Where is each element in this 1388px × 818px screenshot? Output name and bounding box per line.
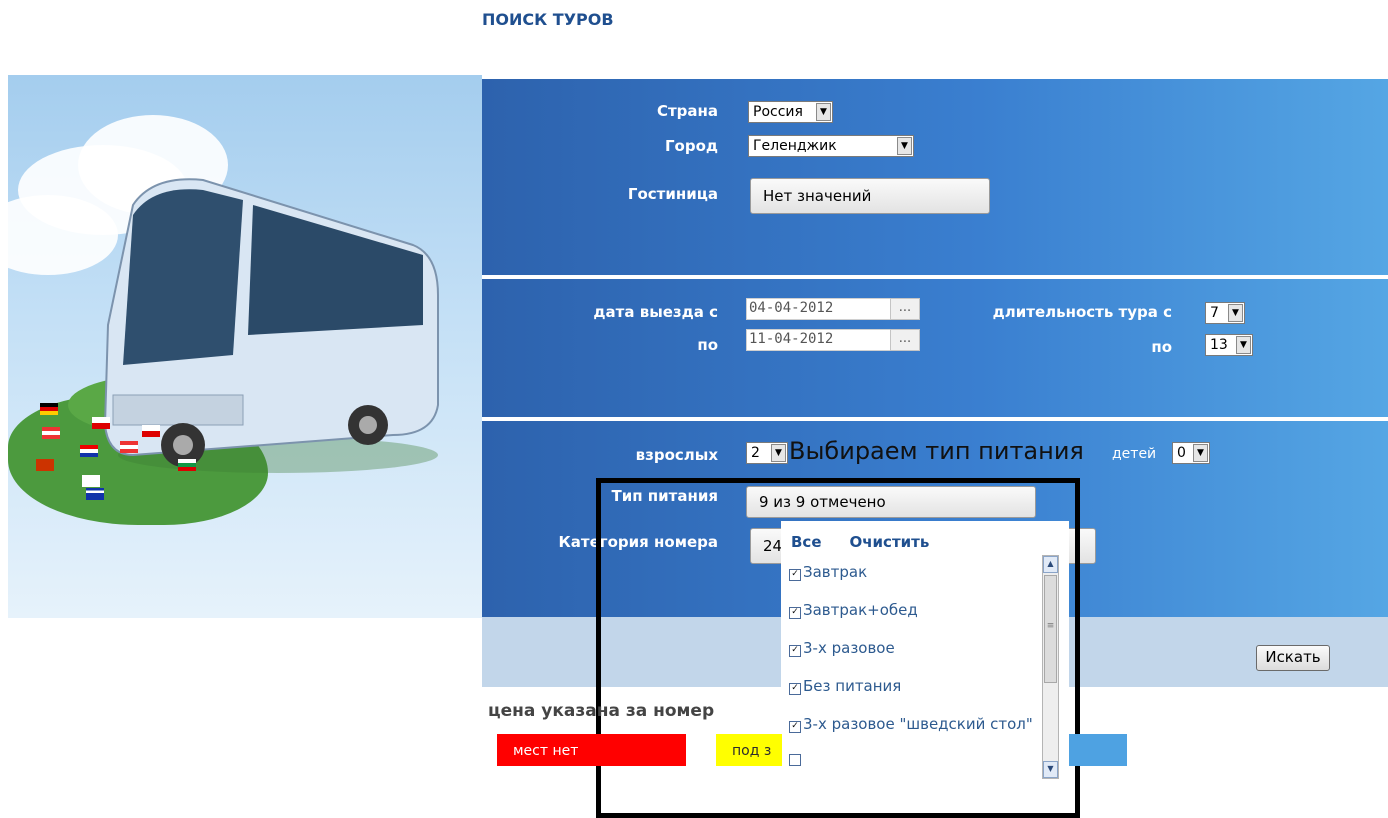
duration-from-label: длительность тура с bbox=[992, 303, 1172, 321]
adults-value: 2 bbox=[751, 445, 760, 461]
children-select[interactable]: 0 ▼ bbox=[1172, 442, 1210, 464]
date-to-field[interactable]: 11-04-2012 bbox=[746, 329, 894, 351]
city-select[interactable]: Геленджик ▼ bbox=[748, 135, 914, 157]
bus-illustration bbox=[8, 75, 482, 618]
date-from-picker-button[interactable]: ... bbox=[890, 298, 920, 320]
children-value: 0 bbox=[1177, 445, 1186, 461]
chevron-down-icon: ▼ bbox=[1193, 444, 1208, 462]
duration-to-select[interactable]: 13 ▼ bbox=[1205, 334, 1253, 356]
hotel-label: Гостиница bbox=[627, 185, 718, 203]
date-to-label: по bbox=[697, 336, 718, 354]
city-label: Город bbox=[664, 137, 718, 155]
duration-to-value: 13 bbox=[1210, 337, 1228, 353]
chevron-down-icon: ▼ bbox=[816, 103, 831, 121]
legend-no-places: мест нет bbox=[497, 734, 686, 766]
children-label: детей bbox=[1112, 446, 1157, 462]
date-to-picker-button[interactable]: ... bbox=[890, 329, 920, 351]
adults-label: взрослых bbox=[635, 446, 718, 464]
legend-available bbox=[1069, 734, 1127, 766]
chevron-down-icon: ▼ bbox=[1228, 304, 1243, 322]
hotel-select[interactable]: Нет значений bbox=[750, 178, 990, 214]
legend-on-request: под з bbox=[716, 734, 782, 766]
date-from-label: дата выезда с bbox=[593, 303, 718, 321]
country-select[interactable]: Россия ▼ bbox=[748, 101, 833, 123]
duration-to-label: по bbox=[1151, 338, 1172, 356]
duration-from-select[interactable]: 7 ▼ bbox=[1205, 302, 1245, 324]
chevron-down-icon: ▼ bbox=[897, 137, 912, 155]
adults-select[interactable]: 2 ▼ bbox=[746, 442, 788, 464]
country-label: Страна bbox=[656, 102, 718, 120]
search-button[interactable]: Искать bbox=[1256, 645, 1330, 671]
city-value: Геленджик bbox=[753, 138, 837, 154]
country-value: Россия bbox=[753, 104, 803, 120]
date-from-field[interactable]: 04-04-2012 bbox=[746, 298, 894, 320]
chevron-down-icon: ▼ bbox=[771, 444, 786, 462]
page-title: ПОИСК ТУРОВ bbox=[482, 10, 614, 29]
price-note: цена указана за номер bbox=[488, 701, 715, 721]
annotation-highlight-box bbox=[596, 478, 1080, 818]
chevron-down-icon: ▼ bbox=[1236, 336, 1251, 354]
duration-from-value: 7 bbox=[1210, 305, 1219, 321]
annotation-text: Выбираем тип питания bbox=[789, 437, 1084, 465]
